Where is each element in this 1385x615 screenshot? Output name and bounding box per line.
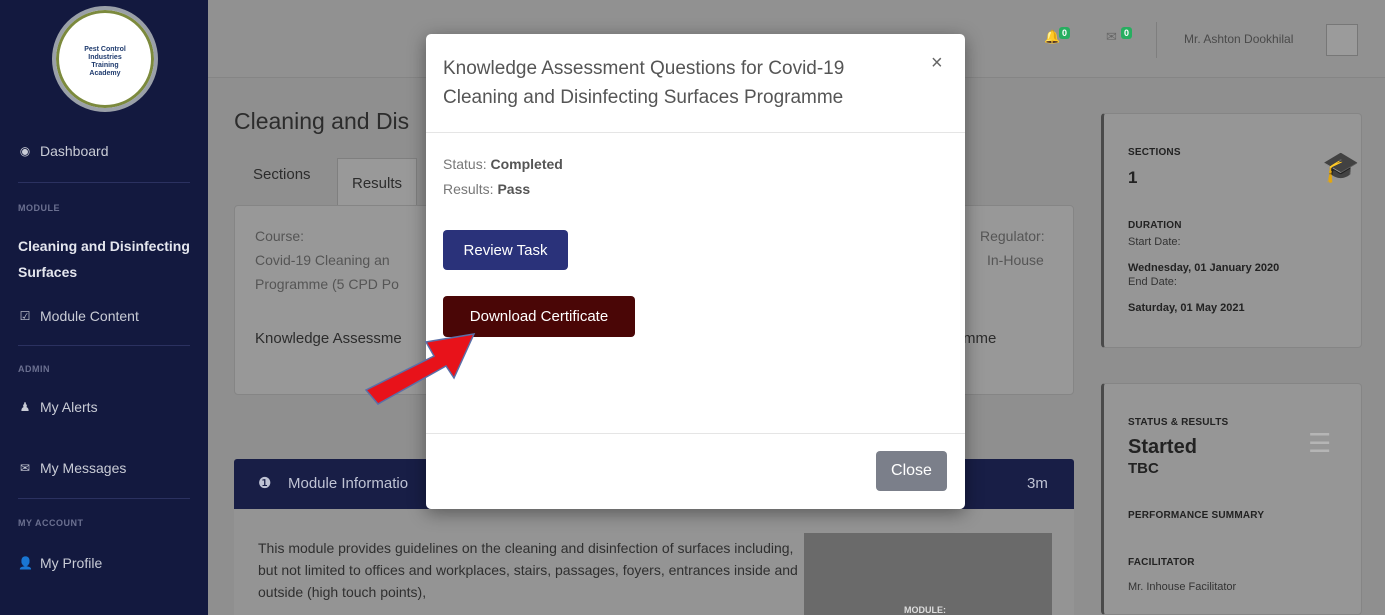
messages-badge: 0 xyxy=(1121,27,1133,39)
end-date-label: End Date: xyxy=(1128,276,1177,288)
bell-icon[interactable]: 🔔 xyxy=(1044,29,1060,45)
module-description: This module provides guidelines on the c… xyxy=(258,540,798,600)
modal-title: Knowledge Assessment Questions for Covid… xyxy=(443,58,845,108)
tab-sections[interactable]: Sections xyxy=(253,166,311,183)
start-date-label: Start Date: xyxy=(1128,236,1181,248)
result-value: TBC xyxy=(1128,460,1159,477)
regulator-label: Regulator: xyxy=(980,228,1045,244)
facilitator-label: FACILITATOR xyxy=(1128,557,1195,568)
sidebar-my-messages-label: My Messages xyxy=(40,460,127,476)
modal-footer-divider xyxy=(426,433,965,434)
sidebar-item-module-content[interactable]: ☑ Module Content xyxy=(18,308,139,324)
checklist-icon: ☰ xyxy=(1308,428,1332,458)
sidebar-heading-admin: ADMIN xyxy=(18,364,50,374)
page-title: Cleaning and Dis xyxy=(234,108,410,134)
user-name[interactable]: Mr. Ashton Dookhilal xyxy=(1184,32,1293,46)
sections-label: SECTIONS xyxy=(1128,147,1181,158)
alert-user-icon: ♟ xyxy=(19,400,31,414)
user-icon: 👤 xyxy=(18,556,33,570)
dashboard-icon: ◉ xyxy=(19,144,31,158)
sidebar-dashboard-label: Dashboard xyxy=(40,143,109,159)
checkbox-icon: ☑ xyxy=(19,309,31,323)
module-image: MODULE: xyxy=(804,533,1052,615)
academy-logo[interactable]: Pest Control Industries Training Academy xyxy=(52,6,158,112)
status-results-card: STATUS & RESULTS Started TBC ☰ PERFORMAN… xyxy=(1101,383,1362,615)
envelope-icon: ✉ xyxy=(19,461,31,475)
status-value: Started xyxy=(1128,436,1197,458)
avatar[interactable] xyxy=(1326,24,1358,56)
assessment-title-right: mme xyxy=(963,330,997,347)
status-results-label: STATUS & RESULTS xyxy=(1128,417,1229,428)
info-icon: ❶ xyxy=(258,475,272,492)
performance-summary-label[interactable]: PERFORMANCE SUMMARY xyxy=(1128,510,1264,521)
regulator-value: In-House xyxy=(987,252,1044,268)
sections-duration-card: SECTIONS 1 🎓 DURATION Start Date: Wednes… xyxy=(1101,113,1362,348)
sidebar-item-my-messages[interactable]: ✉ My Messages xyxy=(18,460,126,476)
sidebar-heading-module: MODULE xyxy=(18,203,60,213)
tab-results[interactable]: Results xyxy=(337,158,418,208)
message-icon[interactable]: ✉ xyxy=(1106,29,1117,45)
red-arrow-icon xyxy=(364,333,476,405)
modal-header-divider xyxy=(426,132,965,133)
module-info-body: This module provides guidelines on the c… xyxy=(234,509,1074,615)
results-value: Pass xyxy=(497,181,531,197)
facilitator-value: Mr. Inhouse Facilitator xyxy=(1128,581,1237,593)
sidebar-item-dashboard[interactable]: ◉ Dashboard xyxy=(18,143,109,159)
sidebar-module-content-label: Module Content xyxy=(40,308,139,324)
sidebar-my-alerts-label: My Alerts xyxy=(40,399,98,415)
results-label: Results: xyxy=(443,181,494,197)
course-name-line2: Programme (5 CPD Po xyxy=(255,276,399,292)
sidebar: Pest Control Industries Training Academy… xyxy=(0,0,208,615)
sidebar-divider xyxy=(18,345,190,346)
sections-value: 1 xyxy=(1128,168,1138,187)
assessment-modal: Knowledge Assessment Questions for Covid… xyxy=(426,34,965,509)
sidebar-item-my-profile[interactable]: 👤 My Profile xyxy=(18,555,102,571)
duration-label: DURATION xyxy=(1128,220,1182,231)
review-task-button[interactable]: Review Task xyxy=(443,230,568,270)
end-date-value: Saturday, 01 May 2021 xyxy=(1128,302,1245,314)
close-button[interactable]: Close xyxy=(876,451,947,491)
modal-status: Status: Completed xyxy=(443,156,563,172)
sidebar-item-my-alerts[interactable]: ♟ My Alerts xyxy=(18,399,98,415)
topbar-divider xyxy=(1156,22,1157,58)
sidebar-divider xyxy=(18,498,190,499)
sidebar-my-profile-label: My Profile xyxy=(40,555,103,571)
module-duration: 3m xyxy=(1027,475,1048,492)
logo-text: Pest Control Industries Training Academy xyxy=(84,46,126,77)
sidebar-divider xyxy=(18,182,190,183)
sidebar-item-current-module[interactable]: Cleaning and Disinfecting Surfaces xyxy=(18,233,198,285)
alerts-badge: 0 xyxy=(1059,27,1071,39)
status-label: Status: xyxy=(443,156,487,172)
sidebar-heading-account: MY ACCOUNT xyxy=(18,518,84,528)
course-name-line1: Covid-19 Cleaning an xyxy=(255,252,390,268)
start-date-value: Wednesday, 01 January 2020 xyxy=(1128,262,1280,274)
module-info-title: Module Informatio xyxy=(288,475,409,492)
course-label: Course: xyxy=(255,228,305,244)
status-value: Completed xyxy=(490,156,563,172)
close-icon[interactable]: × xyxy=(931,52,943,75)
modal-results: Results: Pass xyxy=(443,181,530,197)
graduation-cap-icon: 🎓 xyxy=(1322,151,1360,184)
module-image-caption: MODULE: xyxy=(904,605,946,615)
